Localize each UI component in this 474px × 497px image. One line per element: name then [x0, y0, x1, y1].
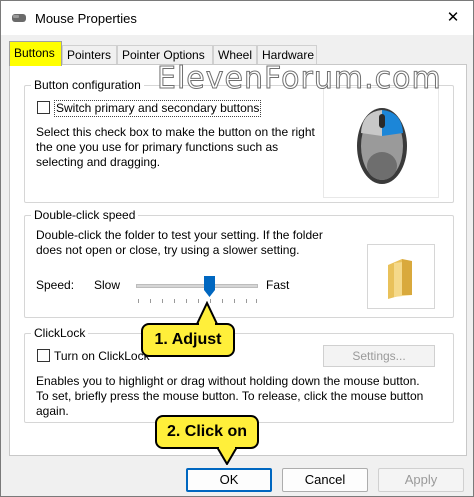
cancel-button[interactable]: Cancel [282, 468, 368, 492]
mouse-icon [357, 108, 407, 184]
window-title: Mouse Properties [35, 11, 137, 26]
apply-button[interactable]: Apply [378, 468, 464, 492]
slider-tick [222, 299, 223, 303]
ok-button[interactable]: OK [186, 468, 272, 492]
group-title: ClickLock [31, 326, 89, 340]
clicklock-label[interactable]: Turn on ClickLock [54, 349, 150, 364]
close-icon: ✕ [446, 9, 460, 26]
switch-buttons-label[interactable]: Switch primary and secondary buttons [54, 100, 262, 117]
button-config-description: Select this check box to make the button… [36, 125, 315, 169]
clicklock-settings-button[interactable]: Settings... [323, 345, 435, 367]
double-click-description: Double-click the folder to test your set… [36, 228, 323, 257]
click-on-callout-arrow [215, 447, 239, 465]
clicklock-description: Enables you to highlight or drag without… [36, 374, 424, 418]
switch-buttons-checkbox[interactable] [37, 101, 50, 114]
mouse-properties-window: Mouse Properties ✕ Buttons Pointers Poin… [0, 0, 474, 497]
title-bar: Mouse Properties ✕ [1, 1, 473, 35]
click-on-callout: 2. Click on [155, 415, 259, 449]
tab-buttons[interactable]: Buttons [9, 41, 62, 66]
mouse-app-icon [12, 14, 26, 22]
slider-tick [150, 299, 151, 303]
clicklock-checkbox[interactable] [37, 349, 50, 362]
slider-tick [138, 299, 139, 303]
test-folder-area[interactable] [367, 244, 435, 309]
adjust-callout-arrow [195, 301, 219, 325]
slow-label: Slow [94, 278, 121, 292]
fast-label: Fast [266, 278, 290, 292]
folder-icon [388, 259, 412, 299]
slider-tick [174, 299, 175, 303]
slider-tick [162, 299, 163, 303]
mouse-preview [323, 87, 439, 198]
slider-tick [234, 299, 235, 303]
speed-label: Speed: [36, 278, 75, 292]
slider-thumb[interactable] [203, 276, 215, 297]
adjust-callout: 1. Adjust [141, 323, 235, 357]
buttons-tab-panel: Button configuration Switch primary and … [9, 64, 467, 456]
group-title: Double-click speed [31, 208, 139, 222]
tab-pointers[interactable]: Pointers [62, 45, 117, 65]
slider-tick [256, 299, 257, 303]
slider-tick [186, 299, 187, 303]
group-title: Button configuration [31, 78, 144, 92]
close-button[interactable]: ✕ [439, 5, 467, 31]
slider-tick [246, 299, 247, 303]
watermark-text: ElevenForum.com [157, 61, 442, 97]
double-click-speed-slider[interactable] [136, 284, 258, 288]
